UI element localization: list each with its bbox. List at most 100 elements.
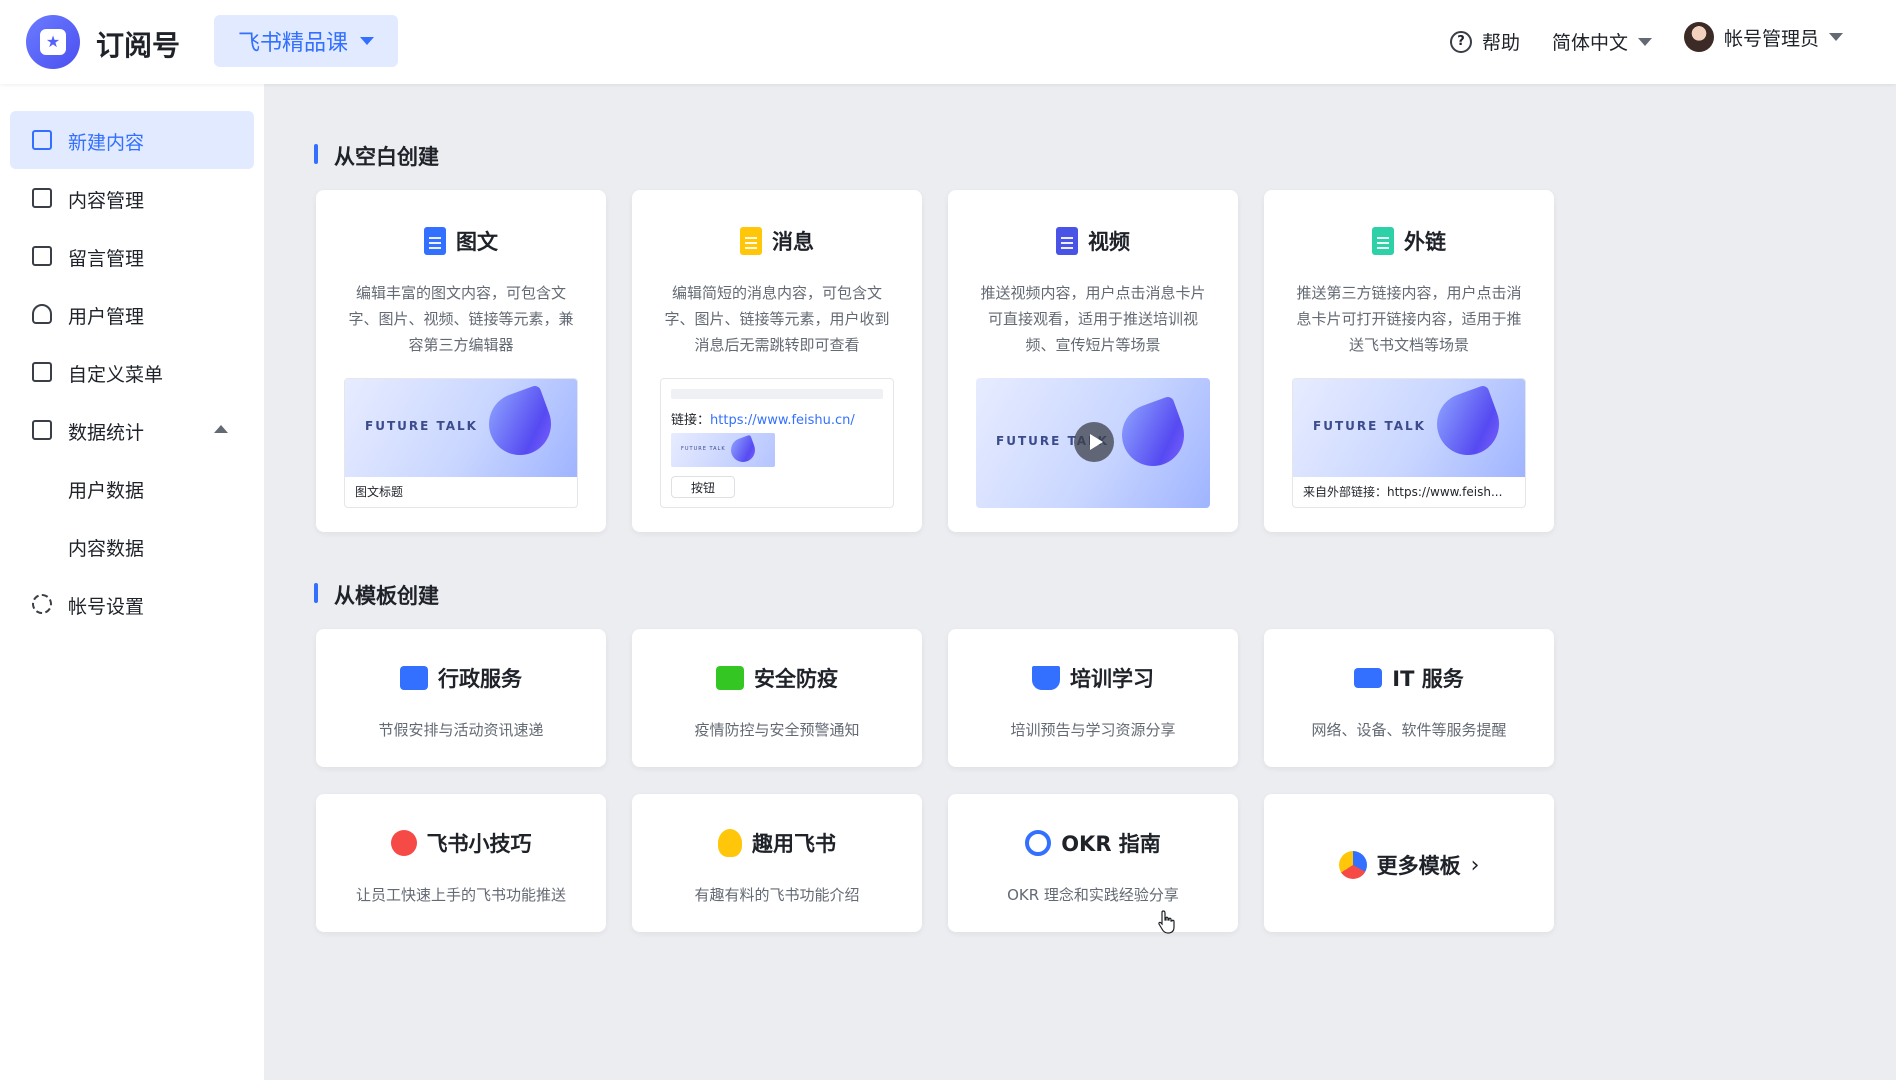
card-title: 外链	[1404, 230, 1446, 254]
help-circle-icon: ?	[1450, 30, 1472, 53]
lightbulb-icon	[718, 829, 742, 857]
folder-heart-icon	[400, 666, 428, 690]
sidebar-item-comment-management[interactable]: 留言管理	[10, 227, 254, 285]
card-title: 飞书小技巧	[426, 832, 532, 856]
preview-caption: 图文标题	[355, 485, 404, 499]
sidebar-item-label: 用户管理	[68, 306, 145, 328]
video-preview: FUTURE TALK	[976, 378, 1210, 508]
card-description: 推送第三方链接内容，用户点击消息卡片可打开链接内容，适用于推送飞书文档等场景	[1296, 284, 1522, 354]
laptop-icon	[1354, 668, 1383, 688]
user-menu[interactable]: 帐号管理员	[1684, 22, 1844, 52]
card-description: OKR 理念和实践经验分享	[1007, 886, 1179, 904]
sidebar-item-account-settings[interactable]: 帐号设置	[10, 575, 254, 633]
account-switcher[interactable]: 飞书精品课	[214, 15, 398, 67]
document-icon	[32, 188, 52, 208]
link-label: 链接：	[671, 413, 711, 428]
sidebar-item-data-statistics[interactable]: 数据统计	[10, 401, 254, 459]
card-title: 安全防疫	[754, 667, 838, 691]
language-selector[interactable]: 简体中文	[1552, 28, 1653, 55]
card-title: 趣用飞书	[752, 832, 836, 856]
help-link[interactable]: ? 帮助	[1450, 28, 1520, 55]
template-card-fun-feishu[interactable]: 趣用飞书 有趣有料的飞书功能介绍	[632, 794, 922, 932]
chart-icon	[32, 420, 52, 440]
preview-banner: FUTURE TALK	[345, 379, 577, 477]
new-doc-icon	[32, 130, 52, 150]
article-preview: FUTURE TALK 图文标题	[344, 378, 578, 508]
medical-kit-icon	[716, 666, 744, 690]
message-header-bar	[671, 389, 883, 399]
card-description: 节假安排与活动资讯速递	[378, 721, 544, 739]
template-card-safety[interactable]: 安全防疫 疫情防控与安全预警通知	[632, 629, 922, 767]
create-card-external-link[interactable]: 外链 推送第三方链接内容，用户点击消息卡片可打开链接内容，适用于推送飞书文档等场…	[1264, 190, 1554, 532]
thumbnail-text: FUTURE TALK	[681, 446, 726, 452]
sidebar-subitem-user-data[interactable]: 用户数据	[10, 459, 254, 517]
user-label: 帐号管理员	[1724, 27, 1820, 50]
award-badge-icon	[390, 830, 417, 856]
card-title: 行政服务	[438, 667, 522, 691]
card-description: 编辑丰富的图文内容，可包含文字、图片、视频、链接等元素，兼容第三方编辑器	[348, 284, 574, 354]
play-button	[1074, 422, 1114, 462]
language-label: 简体中文	[1552, 32, 1629, 54]
sidebar-item-new-content[interactable]: 新建内容	[10, 111, 254, 169]
account-name: 飞书精品课	[237, 31, 348, 56]
help-label: 帮助	[1482, 32, 1521, 54]
banner-text: FUTURE TALK	[365, 419, 478, 433]
template-card-it-service[interactable]: IT 服务 网络、设备、软件等服务提醒	[1264, 629, 1554, 767]
card-description: 培训预告与学习资源分享	[1010, 721, 1176, 739]
banner-text: FUTURE TALK	[1313, 419, 1426, 433]
external-link-preview: FUTURE TALK 来自外部链接：https://www.feish...	[1292, 378, 1526, 508]
sidebar-item-label: 用户数据	[68, 480, 145, 502]
sidebar-item-custom-menu[interactable]: 自定义菜单	[10, 343, 254, 401]
doc-indigo-icon	[1056, 227, 1078, 255]
play-icon	[1089, 434, 1103, 450]
preview-banner: FUTURE TALK	[976, 378, 1210, 508]
card-description: 网络、设备、软件等服务提醒	[1311, 721, 1507, 739]
graduation-cap-icon	[1032, 666, 1060, 690]
card-title: 图文	[456, 230, 498, 254]
preview-caption: 来自外部链接：https://www.feish...	[1303, 485, 1503, 499]
template-card-okr-guide[interactable]: OKR 指南 OKR 理念和实践经验分享	[948, 794, 1238, 932]
star-icon: ★	[40, 29, 66, 55]
avatar	[1684, 22, 1714, 52]
menu-box-icon	[32, 362, 52, 382]
sidebar-item-label: 自定义菜单	[68, 364, 164, 386]
bird-logo-icon	[1113, 395, 1193, 475]
template-card-feishu-tips[interactable]: 飞书小技巧 让员工快速上手的飞书功能推送	[316, 794, 606, 932]
create-card-video[interactable]: 视频 推送视频内容，用户点击消息卡片可直接观看，适用于推送培训视频、宣传短片等场…	[948, 190, 1238, 532]
sidebar-item-content-management[interactable]: 内容管理	[10, 169, 254, 227]
doc-yellow-icon	[740, 227, 762, 255]
doc-green-icon	[1372, 227, 1394, 255]
gear-icon	[32, 594, 52, 614]
sidebar-item-label: 留言管理	[68, 248, 145, 270]
preview-banner: FUTURE TALK	[1293, 379, 1525, 477]
more-templates-card[interactable]: 更多模板 ›	[1264, 794, 1554, 932]
template-card-admin[interactable]: 行政服务 节假安排与活动资讯速递	[316, 629, 606, 767]
card-title: 视频	[1088, 230, 1130, 254]
section-title-template: 从模板创建	[314, 580, 439, 610]
templates-icon	[1338, 851, 1367, 879]
create-card-article[interactable]: 图文 编辑丰富的图文内容，可包含文字、图片、视频、链接等元素，兼容第三方编辑器 …	[316, 190, 606, 532]
caret-down-icon	[1638, 37, 1653, 46]
top-header: ★ 订阅号 飞书精品课 ? 帮助 简体中文 帐号管理员	[0, 0, 1896, 84]
sidebar-subitem-content-data[interactable]: 内容数据	[10, 517, 254, 575]
hand-cursor-icon	[1158, 910, 1175, 934]
bird-logo-icon	[480, 384, 560, 464]
message-link-row: 链接：https://www.feishu.cn/	[671, 409, 855, 428]
caret-down-icon	[1829, 33, 1844, 41]
template-card-training[interactable]: 培训学习 培训预告与学习资源分享	[948, 629, 1238, 767]
create-card-message[interactable]: 消息 编辑简短的消息内容，可包含文字、图片、链接等元素，用户收到消息后无需跳转即…	[632, 190, 922, 532]
app-logo[interactable]: ★	[26, 15, 80, 69]
link-url: https://www.feishu.cn/	[710, 413, 855, 428]
card-description: 让员工快速上手的飞书功能推送	[355, 886, 566, 904]
card-description: 推送视频内容，用户点击消息卡片可直接观看，适用于推送培训视频、宣传短片等场景	[980, 284, 1206, 354]
card-description: 编辑简短的消息内容，可包含文字、图片、链接等元素，用户收到消息后无需跳转即可查看	[664, 284, 890, 354]
card-title: 培训学习	[1070, 667, 1154, 691]
sidebar-item-label: 内容管理	[68, 190, 145, 212]
message-preview-button: 按钮	[671, 476, 735, 498]
card-description: 疫情防控与安全预警通知	[694, 721, 860, 739]
sidebar-item-user-management[interactable]: 用户管理	[10, 285, 254, 343]
more-templates-label: 更多模板	[1376, 854, 1461, 878]
sidebar: 新建内容 内容管理 留言管理 用户管理 自定义菜单 数据统计 用户数据 内容数据…	[0, 84, 264, 1080]
message-thumbnail: FUTURE TALK	[671, 433, 775, 467]
chevron-up-icon	[214, 425, 228, 433]
